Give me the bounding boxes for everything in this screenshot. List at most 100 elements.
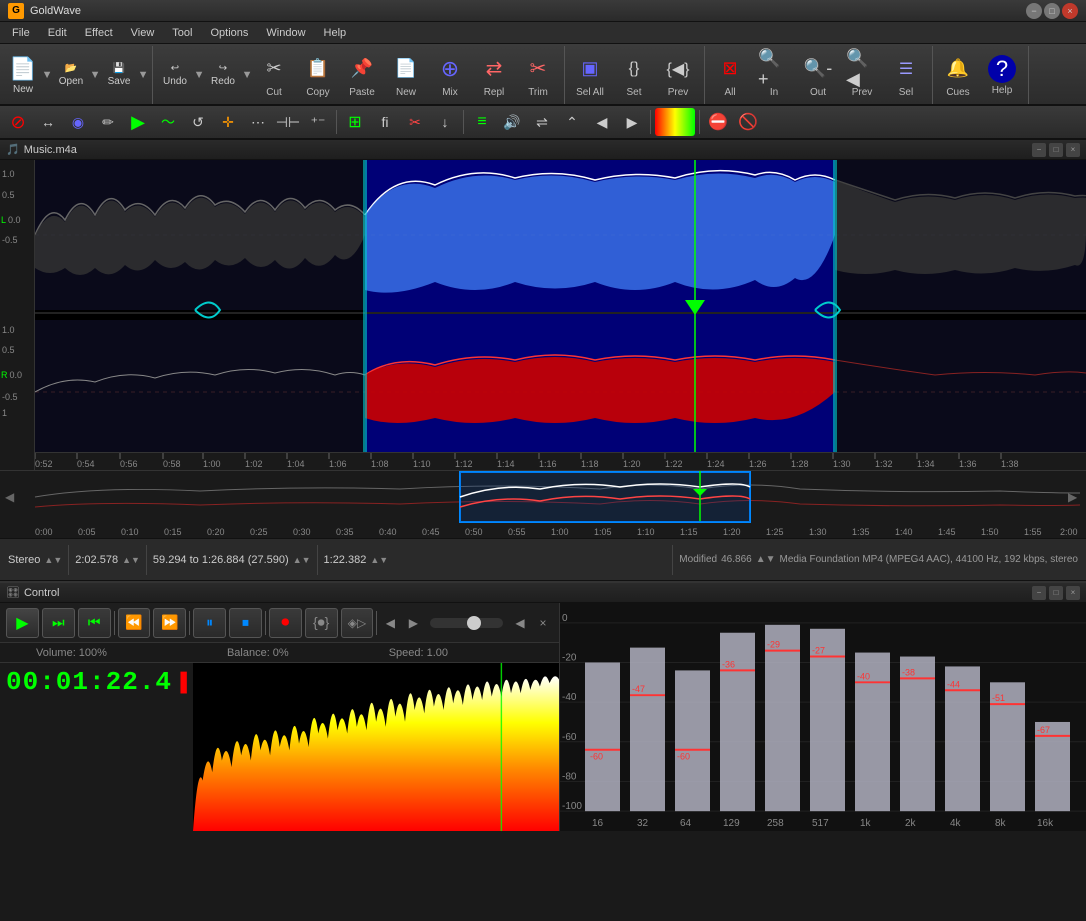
- balance-close-button[interactable]: ×: [533, 612, 553, 634]
- fast-forward-button[interactable]: ⏩: [153, 608, 186, 638]
- normalize-button[interactable]: ⁺⁻: [304, 108, 332, 136]
- svg-text:1:00: 1:00: [203, 459, 221, 469]
- volume-up-button[interactable]: ▶: [403, 612, 423, 634]
- output-button[interactable]: ◈▷: [341, 608, 374, 638]
- overview-panel[interactable]: 0:00 0:05 0:10 0:15 0:20 0:25 0:30 0:35 …: [0, 470, 1086, 538]
- pencil-button[interactable]: ✏: [94, 108, 122, 136]
- volume-down-button[interactable]: ◀: [380, 612, 400, 634]
- undo-button[interactable]: ↩ Undo: [156, 48, 194, 102]
- zoom-in-button[interactable]: 🔍+ In: [752, 48, 796, 102]
- noise-button[interactable]: ﬁ: [371, 108, 399, 136]
- waveform-svg[interactable]: [35, 160, 1086, 470]
- zoom-all-button[interactable]: ⊠ All: [708, 48, 752, 102]
- open-button-group[interactable]: 📂 Open ▼: [52, 48, 100, 102]
- save-arrow[interactable]: ▼: [138, 48, 148, 102]
- new2-button[interactable]: 📄 New: [384, 48, 428, 102]
- save-button-group[interactable]: 💾 Save ▼: [100, 48, 148, 102]
- menu-effect[interactable]: Effect: [77, 25, 121, 41]
- control-close[interactable]: ×: [1066, 586, 1080, 600]
- cues-button[interactable]: 🔔 Cues: [936, 48, 980, 102]
- set-button[interactable]: {} Set: [612, 48, 656, 102]
- maximize-button[interactable]: □: [1044, 3, 1060, 19]
- copy-button[interactable]: 📋 Copy: [296, 48, 340, 102]
- control-maximize[interactable]: □: [1049, 586, 1063, 600]
- minimize-button[interactable]: −: [1026, 3, 1042, 19]
- waveform-display[interactable]: 1.0 0.5 L 0.0 -0.5 1.0 0.5 R 0.0: [0, 160, 1086, 470]
- help-button[interactable]: ? Help: [980, 48, 1024, 102]
- prev2-button[interactable]: 🔍◀ Prev: [840, 48, 884, 102]
- scroll-right-btn[interactable]: ▶: [618, 108, 646, 136]
- rewind-button[interactable]: ⏪: [118, 608, 151, 638]
- redo-button-group[interactable]: ↪ Redo ▼: [204, 48, 252, 102]
- zoom-out-button[interactable]: 🔍- Out: [796, 48, 840, 102]
- menu-help[interactable]: Help: [316, 25, 355, 41]
- scroll-left-btn[interactable]: ◀: [588, 108, 616, 136]
- menu-file[interactable]: File: [4, 25, 38, 41]
- cursor-arrow[interactable]: ▲▼: [370, 555, 388, 565]
- open-button[interactable]: 📂 Open: [52, 48, 90, 102]
- menu-view[interactable]: View: [123, 25, 163, 41]
- menu-window[interactable]: Window: [258, 25, 313, 41]
- volume-slider[interactable]: [430, 618, 503, 628]
- spectrum-btn[interactable]: ≡: [468, 108, 496, 136]
- new-arrow[interactable]: ▼: [42, 48, 52, 102]
- effect-undo-btn[interactable]: ⛔: [704, 108, 732, 136]
- close-button[interactable]: ×: [1062, 3, 1078, 19]
- volume-thumb[interactable]: [467, 616, 481, 630]
- waveform-maximize[interactable]: □: [1049, 143, 1063, 157]
- overview-svg[interactable]: 0:00 0:05 0:10 0:15 0:20 0:25 0:30 0:35 …: [0, 471, 1086, 538]
- move-button[interactable]: ↔: [34, 108, 62, 136]
- cut-marker-button[interactable]: ✂: [401, 108, 429, 136]
- prev-button[interactable]: {◀} Prev: [656, 48, 700, 102]
- skip-start-button[interactable]: ⏭: [42, 608, 75, 638]
- trim-button[interactable]: ✂ Trim: [516, 48, 560, 102]
- waveform-minimize[interactable]: −: [1032, 143, 1046, 157]
- time-cursor[interactable]: ▐: [174, 672, 187, 693]
- crosshair-button[interactable]: ✛: [214, 108, 242, 136]
- stop-button[interactable]: ⏹: [229, 608, 262, 638]
- markers-button[interactable]: ⊞: [341, 108, 369, 136]
- redo-button[interactable]: ↪ Redo: [204, 48, 242, 102]
- new-button-group[interactable]: 📄 New ▼: [4, 48, 52, 102]
- play-button[interactable]: ▶: [6, 608, 39, 638]
- vumeter-btn[interactable]: [655, 108, 695, 136]
- selall-button[interactable]: ▣ Sel All: [568, 48, 612, 102]
- record-loop-button[interactable]: {⏺}: [305, 608, 338, 638]
- compress-button[interactable]: ⊣⊢: [274, 108, 302, 136]
- volume-icon-btn[interactable]: 🔊: [498, 108, 526, 136]
- balance-btn[interactable]: ⇌: [528, 108, 556, 136]
- channels-arrow[interactable]: ▲▼: [44, 555, 62, 565]
- fade-button[interactable]: ⋯: [244, 108, 272, 136]
- redo-arrow[interactable]: ▼: [242, 48, 252, 102]
- loop-button[interactable]: ↺: [184, 108, 212, 136]
- menu-edit[interactable]: Edit: [40, 25, 75, 41]
- wave-button[interactable]: 〜: [154, 108, 182, 136]
- menu-options[interactable]: Options: [202, 25, 256, 41]
- selection-arrow[interactable]: ▲▼: [293, 555, 311, 565]
- effect-redo-btn[interactable]: 🚫: [734, 108, 762, 136]
- new-button[interactable]: 📄 New: [4, 48, 42, 102]
- skip-end-button[interactable]: ⏮: [78, 608, 111, 638]
- save-button[interactable]: 💾 Save: [100, 48, 138, 102]
- balance-down-button[interactable]: ◀: [510, 612, 530, 634]
- pause-button[interactable]: ⏸: [193, 608, 226, 638]
- arrow-right-button[interactable]: ▶: [124, 108, 152, 136]
- format-arrow[interactable]: ▲▼: [756, 554, 776, 565]
- waveform-close[interactable]: ×: [1066, 143, 1080, 157]
- select-button[interactable]: ◉: [64, 108, 92, 136]
- repl-button[interactable]: ⇄ Repl: [472, 48, 516, 102]
- sel-zoom-button[interactable]: ☰ Sel: [884, 48, 928, 102]
- duration-arrow[interactable]: ▲▼: [122, 555, 140, 565]
- paste-button[interactable]: 📌 Paste: [340, 48, 384, 102]
- mix-button[interactable]: ⊕ Mix: [428, 48, 472, 102]
- undo-button-group[interactable]: ↩ Undo ▼: [156, 48, 204, 102]
- open-arrow[interactable]: ▼: [90, 48, 100, 102]
- undo-arrow[interactable]: ▼: [194, 48, 204, 102]
- menu-tool[interactable]: Tool: [164, 25, 200, 41]
- control-minimize[interactable]: −: [1032, 586, 1046, 600]
- paste-marker-button[interactable]: ↓: [431, 108, 459, 136]
- stop-red-button[interactable]: ⊘: [4, 108, 32, 136]
- record-button[interactable]: ⏺: [269, 608, 302, 638]
- pitch-btn[interactable]: ⌃: [558, 108, 586, 136]
- cut-button[interactable]: ✂ Cut: [252, 48, 296, 102]
